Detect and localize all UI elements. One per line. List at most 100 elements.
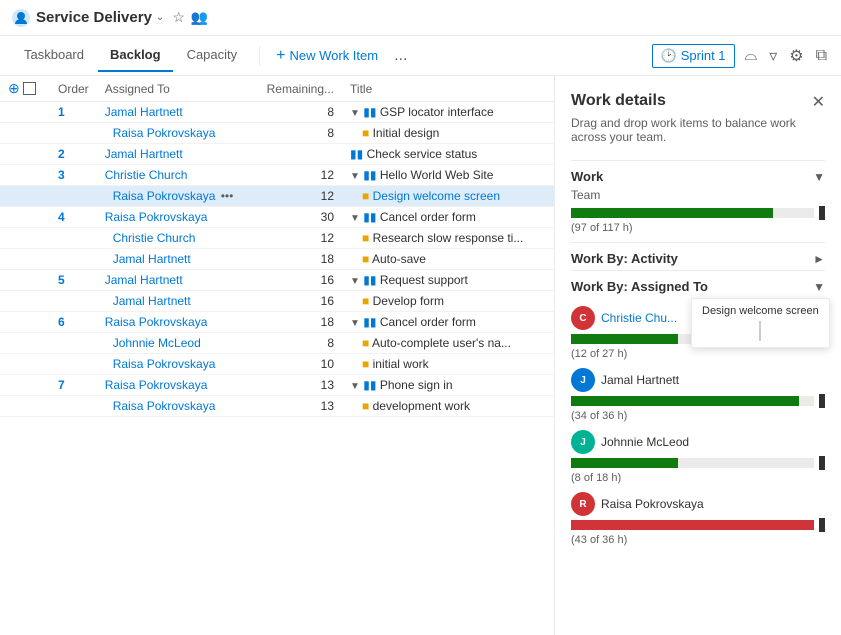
row-assigned[interactable]: Jamal Hartnett xyxy=(97,291,259,312)
close-button[interactable]: ✕ xyxy=(812,92,825,112)
by-assigned-label: Work By: Assigned To xyxy=(571,279,708,294)
row-assigned[interactable]: Jamal Hartnett xyxy=(97,249,259,270)
by-assigned-toggle-icon[interactable]: ▼ xyxy=(813,280,825,294)
row-assigned[interactable]: Raisa Pokrovskaya xyxy=(97,123,259,144)
row-title[interactable]: ▮▮ Check service status xyxy=(342,144,554,165)
person-name-johnnie: Johnnie McLeod xyxy=(601,435,689,449)
table-row: 5 Jamal Hartnett 16 ▼ ▮▮ Request support xyxy=(0,270,554,291)
row-title[interactable]: ▼ ▮▮ Cancel order form xyxy=(342,207,554,228)
tab-capacity[interactable]: Capacity xyxy=(175,39,250,72)
row-remaining: 30 xyxy=(259,207,342,228)
people-icon[interactable]: 👥 xyxy=(191,9,208,26)
row-ellipsis[interactable]: ••• xyxy=(221,189,234,203)
row-assigned[interactable]: Jamal Hartnett xyxy=(97,270,259,291)
work-section-toggle-icon[interactable]: ▼ xyxy=(813,170,825,184)
table-header-row: ⊕ Order Assigned To Remaining... Title xyxy=(0,76,554,102)
backlog-table: ⊕ Order Assigned To Remaining... Title xyxy=(0,76,554,417)
table-row: Christie Church 12 ■ Research slow respo… xyxy=(0,228,554,249)
expand-icon[interactable]: ▼ xyxy=(350,318,360,329)
tab-backlog[interactable]: Backlog xyxy=(98,39,173,72)
row-order: 3 xyxy=(50,165,97,186)
expand-icon[interactable]: ▼ xyxy=(350,213,360,224)
story-icon: ▮▮ xyxy=(363,210,376,224)
row-assigned[interactable]: Christie Church xyxy=(97,165,259,186)
raisa-bg xyxy=(571,520,814,530)
row-title[interactable]: ▼ ▮▮ Request support xyxy=(342,270,554,291)
table-row: 4 Raisa Pokrovskaya 30 ▼ ▮▮ Cancel order… xyxy=(0,207,554,228)
col-header-remaining: Remaining... xyxy=(259,76,342,102)
row-title[interactable]: ▼ ▮▮ Phone sign in xyxy=(342,375,554,396)
project-title: Service Delivery xyxy=(36,9,152,26)
col-header-assigned: Assigned To xyxy=(97,76,259,102)
settings-icon[interactable]: ⚙ xyxy=(787,44,805,68)
app-container: Service Delivery ⌄ ☆ 👥 Taskboard Backlog… xyxy=(0,0,841,635)
row-assigned[interactable]: Raisa Pokrovskaya xyxy=(97,207,259,228)
add-row-icon[interactable]: ⊕ xyxy=(8,80,20,97)
row-order: 6 xyxy=(50,312,97,333)
project-chevron-icon[interactable]: ⌄ xyxy=(156,12,164,23)
tab-taskboard[interactable]: Taskboard xyxy=(12,39,96,72)
row-assigned[interactable]: Raisa Pokrovskaya xyxy=(97,375,259,396)
raisa-hours: (43 of 36 h) xyxy=(571,534,825,546)
sprint-selector[interactable]: 🕑 Sprint 1 xyxy=(652,44,735,68)
row-order: 4 xyxy=(50,207,97,228)
row-remaining: 16 xyxy=(259,270,342,291)
expand-icon[interactable]: ▼ xyxy=(350,171,360,182)
jamal-hours: (34 of 36 h) xyxy=(571,410,825,422)
row-title[interactable]: ■ Design welcome screen xyxy=(342,186,554,207)
row-assigned[interactable]: Jamal Hartnett xyxy=(97,102,259,123)
row-order: 2 xyxy=(50,144,97,165)
team-progress-end xyxy=(819,206,825,220)
avatar-jamal: J xyxy=(571,368,595,392)
filter-icon[interactable]: ▿ xyxy=(767,44,779,68)
row-remaining: 8 xyxy=(259,123,342,144)
filter-options-icon[interactable]: ⌓ xyxy=(743,45,760,67)
row-assigned[interactable]: Johnnie McLeod xyxy=(97,333,259,354)
expand-icon[interactable]: ▼ xyxy=(350,276,360,287)
row-title[interactable]: ■ Develop form xyxy=(342,291,554,312)
by-activity-section-header[interactable]: Work By: Activity ► xyxy=(571,242,825,270)
sprint-label: Sprint 1 xyxy=(681,48,726,63)
new-work-item-button[interactable]: + New Work Item xyxy=(268,43,386,69)
johnnie-bg xyxy=(571,458,814,468)
tooltip-design-welcome: Design welcome screen xyxy=(691,298,830,348)
favorite-icon[interactable]: ☆ xyxy=(172,9,185,26)
row-remaining: 8 xyxy=(259,333,342,354)
work-section-header[interactable]: Work ▼ xyxy=(571,160,825,188)
expand-icon[interactable]: ⧉ xyxy=(814,45,829,67)
person-row-christie: C Christie Chu... Design welcome screen xyxy=(571,306,825,330)
row-title[interactable]: ■ Initial design xyxy=(342,123,554,144)
expand-icon[interactable]: ▼ xyxy=(350,108,360,119)
jamal-bg xyxy=(571,396,814,406)
select-all-checkbox[interactable] xyxy=(23,82,36,95)
by-activity-toggle-icon[interactable]: ► xyxy=(813,252,825,266)
by-assigned-section-header[interactable]: Work By: Assigned To ▼ xyxy=(571,270,825,298)
backlog-panel: ⊕ Order Assigned To Remaining... Title xyxy=(0,76,555,635)
row-assigned[interactable]: Raisa Pokrovskaya xyxy=(97,312,259,333)
details-subtitle: Drag and drop work items to balance work… xyxy=(571,116,825,144)
person-name-raisa: Raisa Pokrovskaya xyxy=(601,497,704,511)
row-assigned[interactable]: Jamal Hartnett xyxy=(97,144,259,165)
row-title[interactable]: ▼ ▮▮ GSP locator interface xyxy=(342,102,554,123)
row-title[interactable]: ■ Auto-save xyxy=(342,249,554,270)
row-remaining: 13 xyxy=(259,396,342,417)
row-assigned[interactable]: Raisa Pokrovskaya xyxy=(97,396,259,417)
row-title[interactable]: ■ initial work xyxy=(342,354,554,375)
nav-right-controls: 🕑 Sprint 1 ⌓ ▿ ⚙ ⧉ xyxy=(652,44,829,68)
row-assigned[interactable]: Raisa Pokrovskaya ••• xyxy=(97,186,259,207)
row-title[interactable]: ■ Auto-complete user's na... xyxy=(342,333,554,354)
avatar-raisa: R xyxy=(571,492,595,516)
row-title[interactable]: ■ development work xyxy=(342,396,554,417)
row-assigned[interactable]: Raisa Pokrovskaya xyxy=(97,354,259,375)
more-options-button[interactable]: ... xyxy=(386,43,415,69)
row-title[interactable]: ■ Research slow response ti... xyxy=(342,228,554,249)
expand-icon[interactable]: ▼ xyxy=(350,381,360,392)
top-bar: Service Delivery ⌄ ☆ 👥 xyxy=(0,0,841,36)
row-assigned[interactable]: Christie Church xyxy=(97,228,259,249)
task-icon: ■ xyxy=(362,252,369,266)
col-header-order: Order xyxy=(50,76,97,102)
task-icon: ■ xyxy=(362,399,369,413)
details-header: Work details ✕ xyxy=(571,92,825,112)
row-title[interactable]: ▼ ▮▮ Hello World Web Site xyxy=(342,165,554,186)
row-title[interactable]: ▼ ▮▮ Cancel order form xyxy=(342,312,554,333)
